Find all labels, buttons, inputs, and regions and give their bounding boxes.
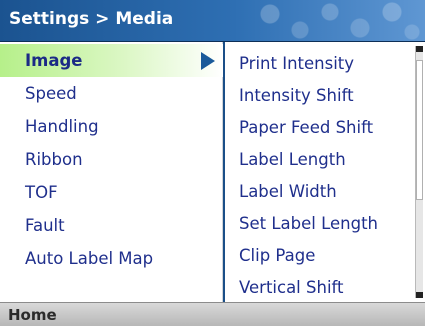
menu-item-ribbon[interactable]: Ribbon xyxy=(0,143,223,176)
submenu-item-print-intensity[interactable]: Print Intensity xyxy=(239,47,354,80)
submenu-item-label-width[interactable]: Label Width xyxy=(239,175,337,208)
menu-item-tof[interactable]: TOF xyxy=(0,176,223,209)
footer-bar: Home xyxy=(0,302,425,326)
submenu-item-set-label-length[interactable]: Set Label Length xyxy=(239,207,378,240)
menu-item-label: TOF xyxy=(25,183,58,202)
left-menu: Image Speed Handling Ribbon TOF Fault Au… xyxy=(0,42,223,302)
scroll-down-icon[interactable] xyxy=(416,292,423,298)
menu-item-speed[interactable]: Speed xyxy=(0,77,223,110)
submenu-item-vertical-shift[interactable]: Vertical Shift xyxy=(239,271,344,304)
menu-item-label: Speed xyxy=(25,84,77,103)
menu-item-image[interactable]: Image xyxy=(0,44,223,77)
submenu-item-label-length[interactable]: Label Length xyxy=(239,143,346,176)
submenu-item-clip-page[interactable]: Clip Page xyxy=(239,239,315,272)
menu-item-handling[interactable]: Handling xyxy=(0,110,223,143)
scrollbar-thumb[interactable] xyxy=(416,60,423,200)
menu-item-label: Auto Label Map xyxy=(25,249,154,268)
submenu-item-intensity-shift[interactable]: Intensity Shift xyxy=(239,79,354,112)
submenu-panel: Print Intensity Intensity Shift Paper Fe… xyxy=(223,42,425,302)
home-button[interactable]: Home xyxy=(8,306,57,324)
menu-item-label: Ribbon xyxy=(25,150,83,169)
title-bar: Settings > Media xyxy=(0,0,425,42)
menu-item-label: Image xyxy=(25,51,83,70)
page-title: Settings > Media xyxy=(9,9,174,29)
menu-item-fault[interactable]: Fault xyxy=(0,209,223,242)
menu-item-auto-label-map[interactable]: Auto Label Map xyxy=(0,242,223,275)
submenu-item-paper-feed-shift[interactable]: Paper Feed Shift xyxy=(239,111,373,144)
triangle-right-icon xyxy=(201,52,215,70)
submenu-scrollbar[interactable] xyxy=(415,46,423,298)
menu-item-label: Handling xyxy=(25,117,99,136)
scroll-up-icon[interactable] xyxy=(416,46,423,52)
menu-item-label: Fault xyxy=(25,216,65,235)
